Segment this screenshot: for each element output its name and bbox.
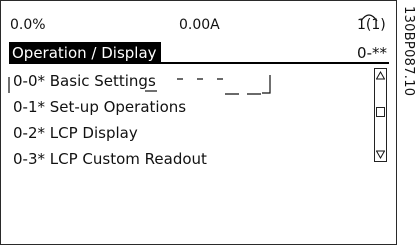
status-setup-indicator: 1(1) [357, 17, 386, 33]
menu-scrollbar[interactable] [374, 68, 387, 162]
menu-item-basic-settings[interactable]: 0-0* Basic Settings [13, 72, 156, 90]
menu-item-lcp-display[interactable]: 0-2* LCP Display [13, 124, 138, 142]
menu-header: Operation / Display 0-** [9, 42, 389, 64]
lcp-display-screen: 0.0% 0.00A 1(1) Operation / Display 0-**… [0, 0, 397, 245]
figure-reference-code: 130BP087.10 [399, 4, 417, 124]
scrollbar-thumb[interactable] [376, 107, 385, 117]
triangle-up-icon[interactable] [376, 71, 385, 80]
menu-title: Operation / Display [9, 42, 161, 64]
triangle-down-icon[interactable] [376, 150, 385, 159]
figure-reference-text: 130BP087.10 [401, 6, 416, 97]
menu-parameter-group-code: 0-** [357, 44, 387, 62]
status-current: 0.00A [179, 17, 220, 33]
menu-item-setup-operations[interactable]: 0-1* Set-up Operations [13, 98, 186, 116]
status-speed-percent: 0.0% [10, 17, 46, 33]
menu-item-lcp-custom-readout[interactable]: 0-3* LCP Custom Readout [13, 150, 207, 168]
